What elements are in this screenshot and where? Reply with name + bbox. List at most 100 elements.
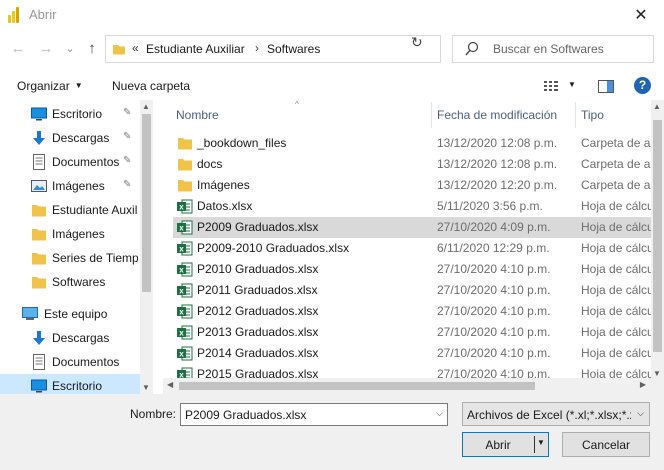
refresh-icon[interactable]: ↻ [411, 34, 423, 51]
table-row[interactable]: x P2011 Graduados.xlsx 27/10/2020 4:10 p.m… [173, 280, 664, 301]
address-bar[interactable]: « Estudiante Auxiliar › Softwares [105, 35, 504, 63]
breadcrumb-item[interactable]: Estudiante Auxiliar [146, 42, 245, 56]
sidebar-item-imagenes-folder[interactable]: Imágenes [0, 222, 140, 246]
file-type: Hoja de cálculo [581, 346, 661, 360]
sidebar-item-documentos[interactable]: Documentos ✎ [0, 150, 140, 174]
file-name-value[interactable]: P2009 Graduados.xlsx [185, 408, 306, 422]
documents-icon [33, 154, 45, 170]
scroll-right-icon[interactable]: ▶ [640, 380, 646, 389]
scroll-left-icon[interactable]: ◀ [167, 380, 173, 389]
file-date: 5/11/2020 3:56 p.m. [437, 199, 543, 213]
help-icon[interactable]: ? [634, 77, 651, 94]
file-type: Carpeta de archivos [581, 136, 661, 150]
app-logo-icon [8, 7, 22, 23]
preview-pane-icon[interactable] [598, 80, 614, 93]
new-folder-button[interactable]: Nueva carpeta [112, 79, 190, 93]
organize-label: Organizar [17, 79, 70, 93]
command-bar: Organizar ▼ Nueva carpeta ▼ ? [0, 72, 664, 100]
svg-text:x: x [179, 203, 184, 212]
sidebar-item-escritorio[interactable]: Escritorio ✎ [0, 102, 140, 126]
file-name: docs [197, 157, 223, 171]
table-row[interactable]: _bookdown_files 13/12/2020 12:08 p.m. Carp… [173, 133, 664, 154]
scrollbar-thumb[interactable] [142, 114, 151, 292]
scrollbar-thumb[interactable] [179, 382, 535, 390]
table-row[interactable]: x P2013 Graduados.xlsx 27/10/2020 4:10 p.m… [173, 322, 664, 343]
breadcrumb-item[interactable]: Softwares [267, 42, 320, 56]
file-type: Hoja de cálculo [581, 241, 661, 255]
column-header-date[interactable]: Fecha de modificación [432, 100, 576, 130]
scroll-up-icon[interactable]: ▲ [653, 102, 661, 111]
table-row[interactable]: Imágenes 13/12/2020 12:20 p.m. Carpeta de … [173, 175, 664, 196]
sidebar-item-descargas[interactable]: Descargas ✎ [0, 126, 140, 150]
svg-text:x: x [179, 245, 184, 254]
svg-text:x: x [179, 329, 184, 338]
open-button-label: Abrir [485, 438, 511, 452]
file-date: 27/10/2020 4:10 p.m. [437, 283, 551, 297]
svg-text:x: x [179, 308, 184, 317]
scroll-up-icon[interactable]: ▲ [142, 102, 150, 111]
file-type: Hoja de cálculo [581, 325, 661, 339]
desktop-icon [31, 379, 47, 393]
file-name-label: Nombre: [130, 407, 177, 421]
column-header-name[interactable]: Nombre [163, 100, 431, 130]
sidebar-item-documentos-pc[interactable]: Documentos [0, 350, 140, 374]
table-row[interactable]: x P2012 Graduados.xlsx 27/10/2020 4:10 p.m… [173, 301, 664, 322]
table-row[interactable]: x P2009 Graduados.xlsx 27/10/2020 4:09 p.m… [173, 217, 664, 238]
organize-menu[interactable]: Organizar ▼ [17, 79, 83, 93]
navigation-pane-scrollbar[interactable]: ▲ ▼ [140, 100, 153, 394]
view-dropdown-icon[interactable]: ▼ [568, 80, 576, 89]
search-box[interactable]: Buscar en Softwares [452, 35, 654, 63]
table-row[interactable]: docs 13/12/2020 12:08 p.m. Carpeta de arch… [173, 154, 664, 175]
dialog-footer: Nombre: P2009 Graduados.xlsx ⌵ Archivos … [0, 394, 664, 470]
table-row[interactable]: x P2014 Graduados.xlsx 27/10/2020 4:10 p.m… [173, 343, 664, 364]
download-icon [33, 331, 45, 345]
sidebar-item-escritorio-pc[interactable]: Escritorio [0, 374, 140, 394]
breadcrumb-separator[interactable]: › [255, 41, 259, 55]
scroll-down-icon[interactable]: ▼ [653, 369, 661, 378]
documents-icon [33, 354, 45, 370]
recent-locations-icon[interactable]: ⌄ [60, 38, 80, 58]
table-row[interactable]: x P2009-2010 Graduados.xlsx 6/11/2020 12:2… [173, 238, 664, 259]
open-button[interactable]: Abrir ▼ [462, 432, 549, 457]
svg-text:x: x [179, 266, 184, 275]
download-icon [33, 131, 45, 145]
sidebar-item-label: Documentos [52, 355, 120, 369]
table-row[interactable]: x Datos.xlsx 5/11/2020 3:56 p.m. Hoja de cá… [173, 196, 664, 217]
file-date: 27/10/2020 4:10 p.m. [437, 346, 551, 360]
pin-icon: ✎ [123, 107, 132, 118]
cancel-button[interactable]: Cancelar [562, 432, 650, 457]
open-options-dropdown-icon[interactable]: ▼ [537, 438, 545, 447]
excel-file-icon: x [177, 283, 193, 298]
file-name: P2009 Graduados.xlsx [197, 220, 319, 234]
close-button[interactable]: ✕ [618, 0, 664, 30]
sidebar-item-label: Escritorio [52, 379, 103, 393]
file-list-horizontal-scrollbar[interactable]: ◀ ▶ [163, 378, 664, 394]
file-date: 27/10/2020 4:10 p.m. [437, 325, 551, 339]
back-arrow-icon[interactable]: ← [8, 38, 28, 58]
table-row[interactable]: x P2010 Graduados.xlsx 27/10/2020 4:10 p.m… [173, 259, 664, 280]
sidebar-item-este-equipo[interactable]: Este equipo [0, 302, 140, 326]
file-name-input[interactable]: P2009 Graduados.xlsx ⌵ [180, 403, 448, 426]
pictures-icon [31, 180, 47, 192]
chevron-down-icon[interactable]: ⌵ [637, 408, 644, 419]
file-list-scrollbar[interactable]: ▲ ▼ [651, 100, 664, 380]
sidebar-item-imagenes[interactable]: Imágenes ✎ [0, 174, 140, 198]
forward-arrow-icon[interactable]: → [36, 38, 56, 58]
file-name: P2012 Graduados.xlsx [197, 304, 319, 318]
scrollbar-thumb[interactable] [653, 120, 662, 352]
up-arrow-icon[interactable]: ↑ [82, 38, 102, 58]
sidebar-item-softwares[interactable]: Softwares [0, 270, 140, 294]
sidebar-item-estudiante-auxiliar[interactable]: Estudiante Auxil [0, 198, 140, 222]
scroll-down-icon[interactable]: ▼ [142, 383, 150, 392]
file-type-select[interactable]: Archivos de Excel (*.xl;*.xlsx;*.xlsm;*.… [462, 402, 650, 426]
sidebar-item-series-de-tiempo[interactable]: Series de Tiempo [0, 246, 140, 270]
file-date: 6/11/2020 12:29 p.m. [437, 241, 550, 255]
file-type: Hoja de cálculo [581, 304, 661, 318]
sidebar-item-descargas-pc[interactable]: Descargas [0, 326, 140, 350]
sidebar-item-label: Series de Tiempo [52, 251, 138, 265]
file-type: Hoja de cálculo [581, 220, 661, 234]
folder-icon [178, 159, 192, 171]
view-options-icon[interactable] [544, 80, 560, 92]
chevron-down-icon[interactable]: ⌵ [436, 408, 443, 419]
breadcrumb-overflow[interactable]: « [132, 41, 139, 55]
